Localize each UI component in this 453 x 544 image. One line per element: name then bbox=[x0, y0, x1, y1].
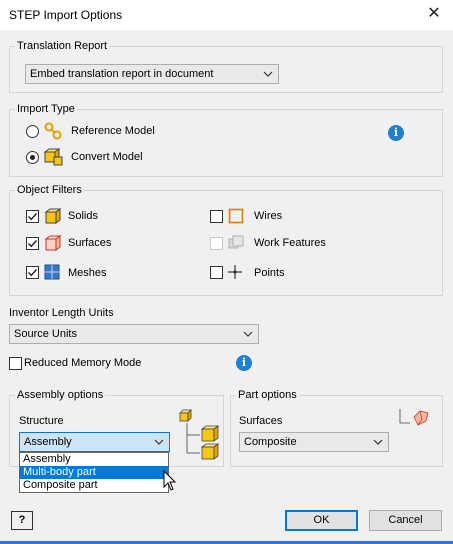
info-icon[interactable]: i bbox=[388, 125, 404, 141]
structure-label: Structure bbox=[19, 415, 64, 427]
structure-select[interactable]: Assembly bbox=[19, 432, 170, 452]
surfaces-label: Surfaces bbox=[68, 237, 112, 249]
translation-report-value: Embed translation report in document bbox=[30, 68, 214, 80]
length-units-value: Source Units bbox=[14, 328, 77, 340]
solids-icon bbox=[44, 208, 62, 224]
structure-dropdown-list: Assembly Multi-body part Composite part bbox=[19, 452, 169, 493]
ok-button[interactable]: OK bbox=[285, 510, 358, 531]
surfaces-checkbox[interactable] bbox=[26, 237, 39, 250]
reduced-memory-checkbox[interactable] bbox=[9, 357, 22, 370]
import-type-legend: Import Type bbox=[15, 103, 77, 115]
points-checkbox[interactable] bbox=[210, 266, 223, 279]
import-type-group bbox=[9, 109, 443, 177]
chevron-down-icon bbox=[263, 71, 273, 77]
length-units-select[interactable]: Source Units bbox=[9, 324, 259, 344]
wires-checkbox[interactable] bbox=[210, 210, 223, 223]
convert-model-radio[interactable] bbox=[26, 151, 39, 164]
surfaces-options-label: Surfaces bbox=[239, 415, 283, 427]
reference-model-icon bbox=[44, 122, 62, 140]
points-icon bbox=[228, 265, 242, 279]
part-options-legend: Part options bbox=[236, 389, 299, 401]
translation-report-legend: Translation Report bbox=[15, 40, 110, 52]
wires-icon bbox=[228, 208, 244, 224]
wires-label: Wires bbox=[254, 210, 283, 222]
dropdown-option-assembly[interactable]: Assembly bbox=[20, 453, 168, 466]
title-bar: STEP Import Options ✕ bbox=[0, 0, 453, 30]
chevron-down-icon bbox=[373, 439, 383, 445]
part-surfaces-value: Composite bbox=[244, 436, 297, 448]
work-features-checkbox[interactable] bbox=[210, 237, 223, 250]
help-icon: ? bbox=[18, 514, 26, 526]
object-filters-legend: Object Filters bbox=[15, 184, 84, 196]
meshes-checkbox[interactable] bbox=[26, 266, 39, 279]
points-label: Points bbox=[254, 267, 285, 279]
help-button[interactable]: ? bbox=[11, 511, 33, 530]
part-surfaces-select[interactable]: Composite bbox=[239, 432, 389, 452]
cancel-button[interactable]: Cancel bbox=[369, 510, 442, 531]
convert-model-label: Convert Model bbox=[71, 151, 143, 163]
chevron-down-icon bbox=[154, 439, 164, 445]
work-features-icon bbox=[228, 235, 244, 249]
mouse-cursor-icon bbox=[163, 470, 177, 491]
surfaces-icon bbox=[44, 235, 62, 251]
chevron-down-icon bbox=[243, 331, 253, 337]
assembly-structure-icon bbox=[179, 409, 220, 460]
assembly-options-legend: Assembly options bbox=[15, 389, 106, 401]
meshes-icon bbox=[44, 264, 60, 280]
part-surfaces-icon bbox=[399, 409, 429, 426]
work-features-label: Work Features bbox=[254, 237, 326, 249]
structure-value: Assembly bbox=[24, 436, 72, 448]
window-title: STEP Import Options bbox=[9, 8, 123, 22]
translation-report-select[interactable]: Embed translation report in document bbox=[25, 64, 279, 84]
meshes-label: Meshes bbox=[68, 267, 107, 279]
length-units-label: Inventor Length Units bbox=[9, 307, 114, 319]
part-options-group bbox=[230, 395, 443, 467]
dropdown-option-composite-part[interactable]: Composite part bbox=[20, 479, 168, 492]
reference-model-label: Reference Model bbox=[71, 125, 155, 137]
reduced-memory-label: Reduced Memory Mode bbox=[24, 357, 142, 369]
info-icon[interactable]: i bbox=[236, 355, 252, 371]
convert-model-icon bbox=[43, 148, 63, 166]
solids-checkbox[interactable] bbox=[26, 210, 39, 223]
reference-model-radio[interactable] bbox=[26, 125, 39, 138]
close-icon[interactable]: ✕ bbox=[425, 5, 443, 23]
dropdown-option-multi-body-part[interactable]: Multi-body part bbox=[20, 466, 168, 479]
solids-label: Solids bbox=[68, 210, 98, 222]
